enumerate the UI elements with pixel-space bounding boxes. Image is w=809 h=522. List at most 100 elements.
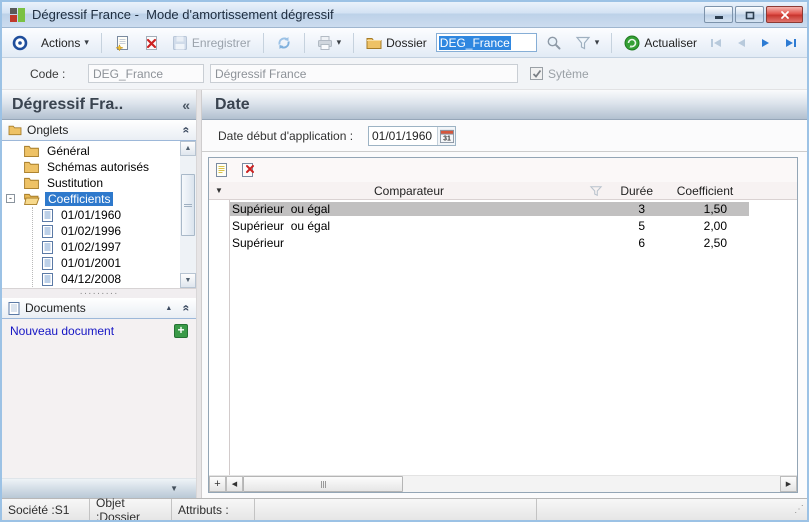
svg-text:31: 31: [443, 135, 451, 142]
grid-add-button[interactable]: +: [209, 476, 226, 492]
delete-record-icon: [143, 35, 159, 51]
title-bar: Dégressif France - Mode d'amortissement …: [2, 2, 807, 28]
system-checkbox[interactable]: [530, 67, 543, 80]
toolbar-separator: [353, 33, 354, 53]
cell-comparateur[interactable]: Supérieur ou égal: [229, 219, 589, 233]
refresh-button[interactable]: [272, 33, 296, 53]
folder-icon: [366, 35, 382, 51]
splitter-dots: ·········: [80, 292, 119, 296]
scroll-down-icon: ▼: [185, 277, 192, 284]
cell-comparateur[interactable]: Supérieur ou égal: [229, 202, 589, 216]
status-objet: Objet :Dossier: [90, 499, 172, 520]
tree-item-date-1960[interactable]: 01/01/1960: [2, 207, 180, 223]
cell-duree[interactable]: 3: [589, 202, 661, 216]
next-record-button[interactable]: [756, 35, 776, 51]
actualiser-icon: [624, 35, 640, 51]
code-field[interactable]: DEG_France: [88, 64, 204, 83]
grid-new-row-icon[interactable]: [214, 162, 230, 178]
grid-header-row: ▼ Comparateur Durée Coefficient: [209, 182, 797, 200]
cell-duree[interactable]: 6: [589, 236, 661, 250]
panel-up-icon[interactable]: ▲: [165, 305, 172, 312]
new-document-link[interactable]: Nouveau document: [10, 324, 174, 338]
onglets-tree: Général Schémas autorisés Sustitution -: [2, 141, 196, 289]
folder-icon: [24, 177, 39, 189]
column-header-coefficient[interactable]: Coefficient: [661, 184, 749, 198]
actions-menu-button[interactable]: Actions ▾: [37, 34, 93, 52]
grid-selector-header[interactable]: ▼: [209, 186, 229, 195]
hscroll-left-button[interactable]: ◀: [226, 476, 243, 492]
table-row[interactable]: Supérieur 6 2,50: [209, 234, 797, 251]
app-window: Dégressif France - Mode d'amortissement …: [0, 0, 809, 522]
folder-icon: [8, 124, 22, 136]
add-document-button[interactable]: +: [174, 324, 188, 338]
column-header-comparateur[interactable]: Comparateur: [229, 184, 589, 198]
tree-collapse-icon[interactable]: -: [6, 194, 15, 203]
new-record-button[interactable]: [110, 33, 134, 53]
close-button[interactable]: [766, 6, 803, 23]
cell-coefficient[interactable]: 2,00: [661, 219, 749, 233]
cell-comparateur[interactable]: Supérieur: [229, 236, 589, 250]
last-record-icon: [785, 37, 797, 49]
cell-coefficient[interactable]: 2,50: [661, 236, 749, 250]
first-record-button[interactable]: [706, 35, 726, 51]
cell-coefficient[interactable]: 1,50: [661, 202, 749, 216]
search-button[interactable]: [542, 33, 566, 53]
documents-panel-header[interactable]: Documents ▲ «: [2, 298, 196, 319]
hscroll-thumb[interactable]: [243, 476, 403, 492]
collapse-sidebar-icon[interactable]: «: [182, 97, 190, 113]
date-field-label: Date début d'application :: [218, 129, 368, 143]
tree-item-label: 01/02/1996: [58, 224, 124, 238]
calendar-button[interactable]: 31: [437, 127, 455, 145]
scroll-up-button[interactable]: ▲: [180, 141, 196, 156]
scroll-thumb[interactable]: [181, 174, 195, 236]
actions-dropdown-icon: ▾: [84, 37, 89, 48]
grid-horizontal-scrollbar[interactable]: + ◀ ▶: [209, 475, 797, 492]
tree-item-label: 01/01/2001: [58, 256, 124, 270]
table-row[interactable]: Supérieur ou égal 5 2,00: [209, 217, 797, 234]
actualiser-button[interactable]: Actualiser: [620, 33, 701, 53]
restore-icon: [744, 9, 756, 21]
date-input[interactable]: 01/01/1960 31: [368, 126, 456, 146]
delete-record-button[interactable]: [139, 33, 163, 53]
tree-item-date-2001[interactable]: 01/01/2001: [2, 255, 180, 271]
grid-delete-row-icon[interactable]: [240, 162, 256, 178]
record-button[interactable]: [8, 33, 32, 53]
tree-item-label: Coefficients: [45, 192, 113, 206]
section-title: Date: [215, 96, 801, 114]
tree-item-date-2008[interactable]: 04/12/2008: [2, 271, 180, 287]
restore-button[interactable]: [735, 6, 764, 23]
resize-grip-icon[interactable]: ⋰: [794, 504, 804, 515]
print-button[interactable]: ▾: [313, 33, 346, 53]
tree-item-date-1996[interactable]: 01/02/1996: [2, 223, 180, 239]
tree-item-sustitution[interactable]: Sustitution: [2, 175, 180, 191]
filter-button[interactable]: ▾: [571, 33, 604, 53]
minimize-button[interactable]: [704, 6, 733, 23]
hscroll-right-button[interactable]: ▶: [780, 476, 797, 492]
cell-duree[interactable]: 5: [589, 219, 661, 233]
sidebar: Dégressif Fra.. « Onglets « Général: [2, 90, 196, 498]
tree-item-label: 01/01/1960: [58, 208, 124, 222]
hscroll-track[interactable]: [403, 476, 780, 492]
collapse-panel-icon[interactable]: «: [180, 305, 194, 312]
tree-item-schemas-autorises[interactable]: Schémas autorisés: [2, 159, 180, 175]
previous-record-button[interactable]: [731, 35, 751, 51]
collapse-panel-icon[interactable]: «: [180, 127, 194, 134]
actions-label: Actions: [41, 36, 80, 50]
column-header-duree[interactable]: Durée: [589, 184, 661, 198]
tree-item-general[interactable]: Général: [2, 143, 180, 159]
tree-item-date-1997[interactable]: 01/02/1997: [2, 239, 180, 255]
last-record-button[interactable]: [781, 35, 801, 51]
tree-scrollbar[interactable]: ▲ ▼: [180, 141, 196, 288]
record-search-value: DEG_France: [439, 36, 511, 50]
record-search-input[interactable]: DEG_France: [436, 33, 537, 52]
tree-item-label: Général: [44, 144, 93, 158]
name-field[interactable]: Dégressif France: [210, 64, 518, 83]
scroll-down-button[interactable]: ▼: [180, 273, 196, 288]
onglets-panel-header[interactable]: Onglets «: [2, 120, 196, 141]
table-row[interactable]: Supérieur ou égal 3 1,50: [209, 200, 797, 217]
tree-item-coefficients[interactable]: - Coefficients: [2, 191, 180, 207]
panel-splitter[interactable]: ·········: [2, 289, 196, 298]
dossier-button[interactable]: Dossier: [362, 33, 431, 53]
save-button[interactable]: Enregistrer: [168, 33, 255, 53]
thumb-grip: [184, 204, 192, 207]
